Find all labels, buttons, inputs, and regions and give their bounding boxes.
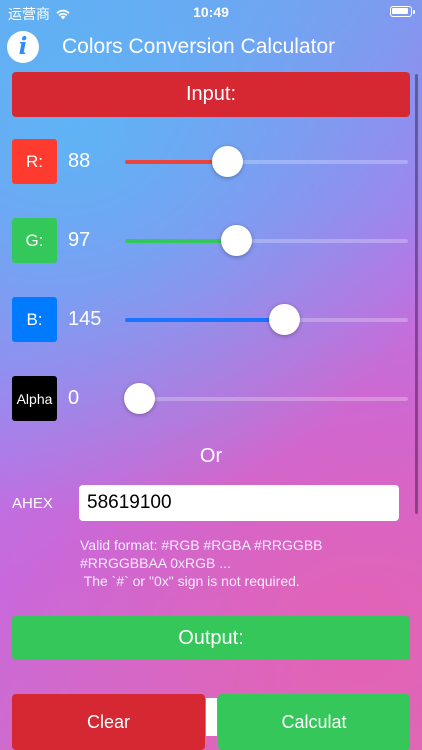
blue-value: 145 (68, 308, 102, 330)
status-bar: 运营商 10:49 (0, 0, 422, 24)
red-value: 88 (68, 150, 91, 172)
channel-row-green: G: 97 (0, 218, 422, 264)
red-slider-track[interactable] (125, 160, 408, 164)
blue-slider-fill (125, 318, 285, 322)
green-value: 97 (68, 229, 91, 251)
channel-row-red: R: 88 (0, 139, 422, 185)
or-label: Or (199, 445, 223, 467)
alpha-slider-thumb[interactable] (124, 383, 155, 414)
channel-row-blue: B: 145 (0, 297, 422, 343)
blue-slider-thumb[interactable] (269, 304, 301, 335)
channel-row-alpha: Alpha 0 (0, 376, 422, 422)
alpha-slider-track[interactable] (125, 397, 408, 401)
green-slider-fill (125, 239, 236, 243)
blue-chip: B: (12, 297, 57, 342)
calculate-button[interactable]: Calculat (218, 694, 410, 750)
ahex-label: AHEX (12, 495, 53, 512)
green-chip: G: (12, 218, 57, 263)
green-slider-track[interactable] (125, 239, 408, 243)
input-section-header: Input: (12, 72, 410, 117)
info-button[interactable]: i (7, 31, 39, 63)
red-slider-thumb[interactable] (211, 146, 243, 177)
blue-slider-track[interactable] (125, 318, 408, 322)
output-section-header: Output: (12, 616, 410, 660)
ahex-input[interactable] (79, 485, 399, 521)
hint-line: The `#` or "0x" sign is not required. (80, 573, 300, 589)
app-title: Colors Conversion Calculator (62, 35, 336, 58)
status-time: 10:49 (193, 4, 229, 20)
divider (206, 698, 217, 736)
clear-button[interactable]: Clear (12, 694, 205, 750)
hint-line: Valid format: #RGB #RGBA #RRGGBB (80, 537, 323, 553)
red-chip: R: (12, 139, 57, 184)
battery-icon (390, 6, 415, 17)
green-slider-thumb[interactable] (220, 225, 252, 256)
hint-line: #RRGGBBAA 0xRGB ... (80, 555, 231, 571)
format-hint: Valid format: #RGB #RGBA #RRGGBB #RRGGBB… (80, 536, 410, 590)
alpha-value: 0 (68, 387, 80, 409)
alpha-chip: Alpha (12, 376, 57, 421)
